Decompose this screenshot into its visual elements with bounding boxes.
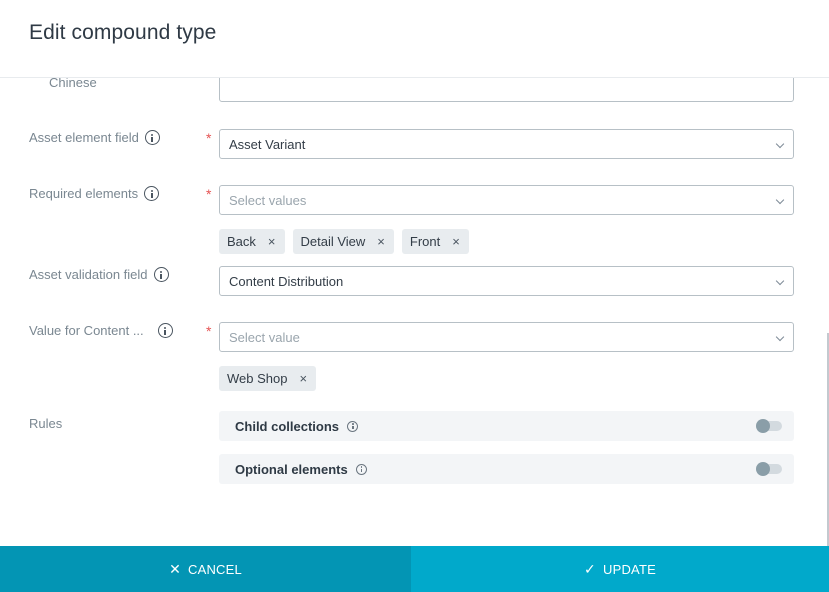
chip-label: Detail View <box>300 234 366 249</box>
cancel-label: CANCEL <box>188 561 242 577</box>
asset-element-field-label-text: Asset element field <box>29 130 139 145</box>
required-elements-chips: Back × Detail View × Front × <box>219 229 469 254</box>
value-for-content-chips: Web Shop × <box>219 366 317 391</box>
info-icon[interactable] <box>153 267 169 282</box>
chevron-down-icon <box>775 195 785 205</box>
rules-label: Rules <box>29 416 62 431</box>
asset-validation-field-label-text: Asset validation field <box>29 267 148 282</box>
dialog-title: Edit compound type <box>29 21 217 44</box>
chinese-input[interactable] <box>219 78 794 102</box>
required-elements-placeholder: Select values <box>229 192 307 208</box>
remove-chip-icon[interactable]: × <box>377 234 385 249</box>
asset-element-field-label: Asset element field <box>29 130 160 145</box>
rule-label: Child collections <box>235 418 340 434</box>
asset-validation-field-value: Content Distribution <box>229 273 344 289</box>
required-elements-label-text: Required elements <box>29 186 139 201</box>
asset-element-field-select[interactable]: Asset Variant <box>219 129 794 159</box>
value-for-content-placeholder: Select value <box>229 329 300 345</box>
required-asterisk: * <box>206 323 212 339</box>
chevron-down-icon <box>775 139 785 149</box>
chip-back: Back × <box>219 229 285 254</box>
chip-web-shop: Web Shop × <box>219 366 317 391</box>
update-button[interactable]: ✓ UPDATE <box>411 546 829 592</box>
cancel-button[interactable]: ✕ CANCEL <box>0 546 411 592</box>
child-collections-toggle[interactable] <box>756 419 782 433</box>
asset-validation-field-select[interactable]: Content Distribution <box>219 266 794 296</box>
info-icon[interactable] <box>157 323 173 338</box>
update-label: UPDATE <box>602 561 656 577</box>
checkmark-icon: ✓ <box>584 560 596 577</box>
info-icon[interactable] <box>144 186 160 201</box>
dialog-header: Edit compound type <box>0 0 829 78</box>
remove-chip-icon[interactable]: × <box>452 234 460 249</box>
chevron-down-icon <box>775 332 785 342</box>
info-icon[interactable] <box>144 130 160 145</box>
info-icon[interactable] <box>355 463 367 475</box>
required-elements-label: Required elements <box>29 186 160 201</box>
dialog-footer: ✕ CANCEL ✓ UPDATE <box>0 546 829 592</box>
required-asterisk: * <box>206 130 212 146</box>
asset-element-field-value: Asset Variant <box>229 136 306 152</box>
chevron-down-icon <box>775 276 785 286</box>
chip-label: Front <box>409 234 441 249</box>
required-asterisk: * <box>206 186 212 202</box>
dialog-body: Chinese Asset element field * Asset Vari… <box>0 78 829 546</box>
value-for-content-select[interactable]: Select value <box>219 322 794 352</box>
chinese-label: Chinese <box>49 78 97 90</box>
required-elements-select[interactable]: Select values <box>219 185 794 215</box>
chip-label: Web Shop <box>227 371 288 386</box>
remove-chip-icon[interactable]: × <box>268 234 276 249</box>
rule-optional-elements: Optional elements <box>219 454 794 484</box>
close-icon: ✕ <box>169 560 181 577</box>
rule-child-collections: Child collections <box>219 411 794 441</box>
value-for-content-label-text: Value for Content ... <box>29 323 144 338</box>
toggle-knob <box>756 419 770 433</box>
info-icon[interactable] <box>347 420 359 432</box>
rule-label: Optional elements <box>235 461 348 477</box>
chip-front: Front × <box>401 229 469 254</box>
chip-detail-view: Detail View × <box>292 229 394 254</box>
chinese-label-text: Chinese <box>49 78 97 90</box>
optional-elements-toggle[interactable] <box>756 462 782 476</box>
rules-label-text: Rules <box>29 416 63 431</box>
asset-validation-field-label: Asset validation field <box>29 267 169 282</box>
value-for-content-label: Value for Content ... <box>29 323 173 338</box>
toggle-knob <box>756 462 770 476</box>
chip-label: Back <box>227 234 256 249</box>
remove-chip-icon[interactable]: × <box>299 371 307 386</box>
